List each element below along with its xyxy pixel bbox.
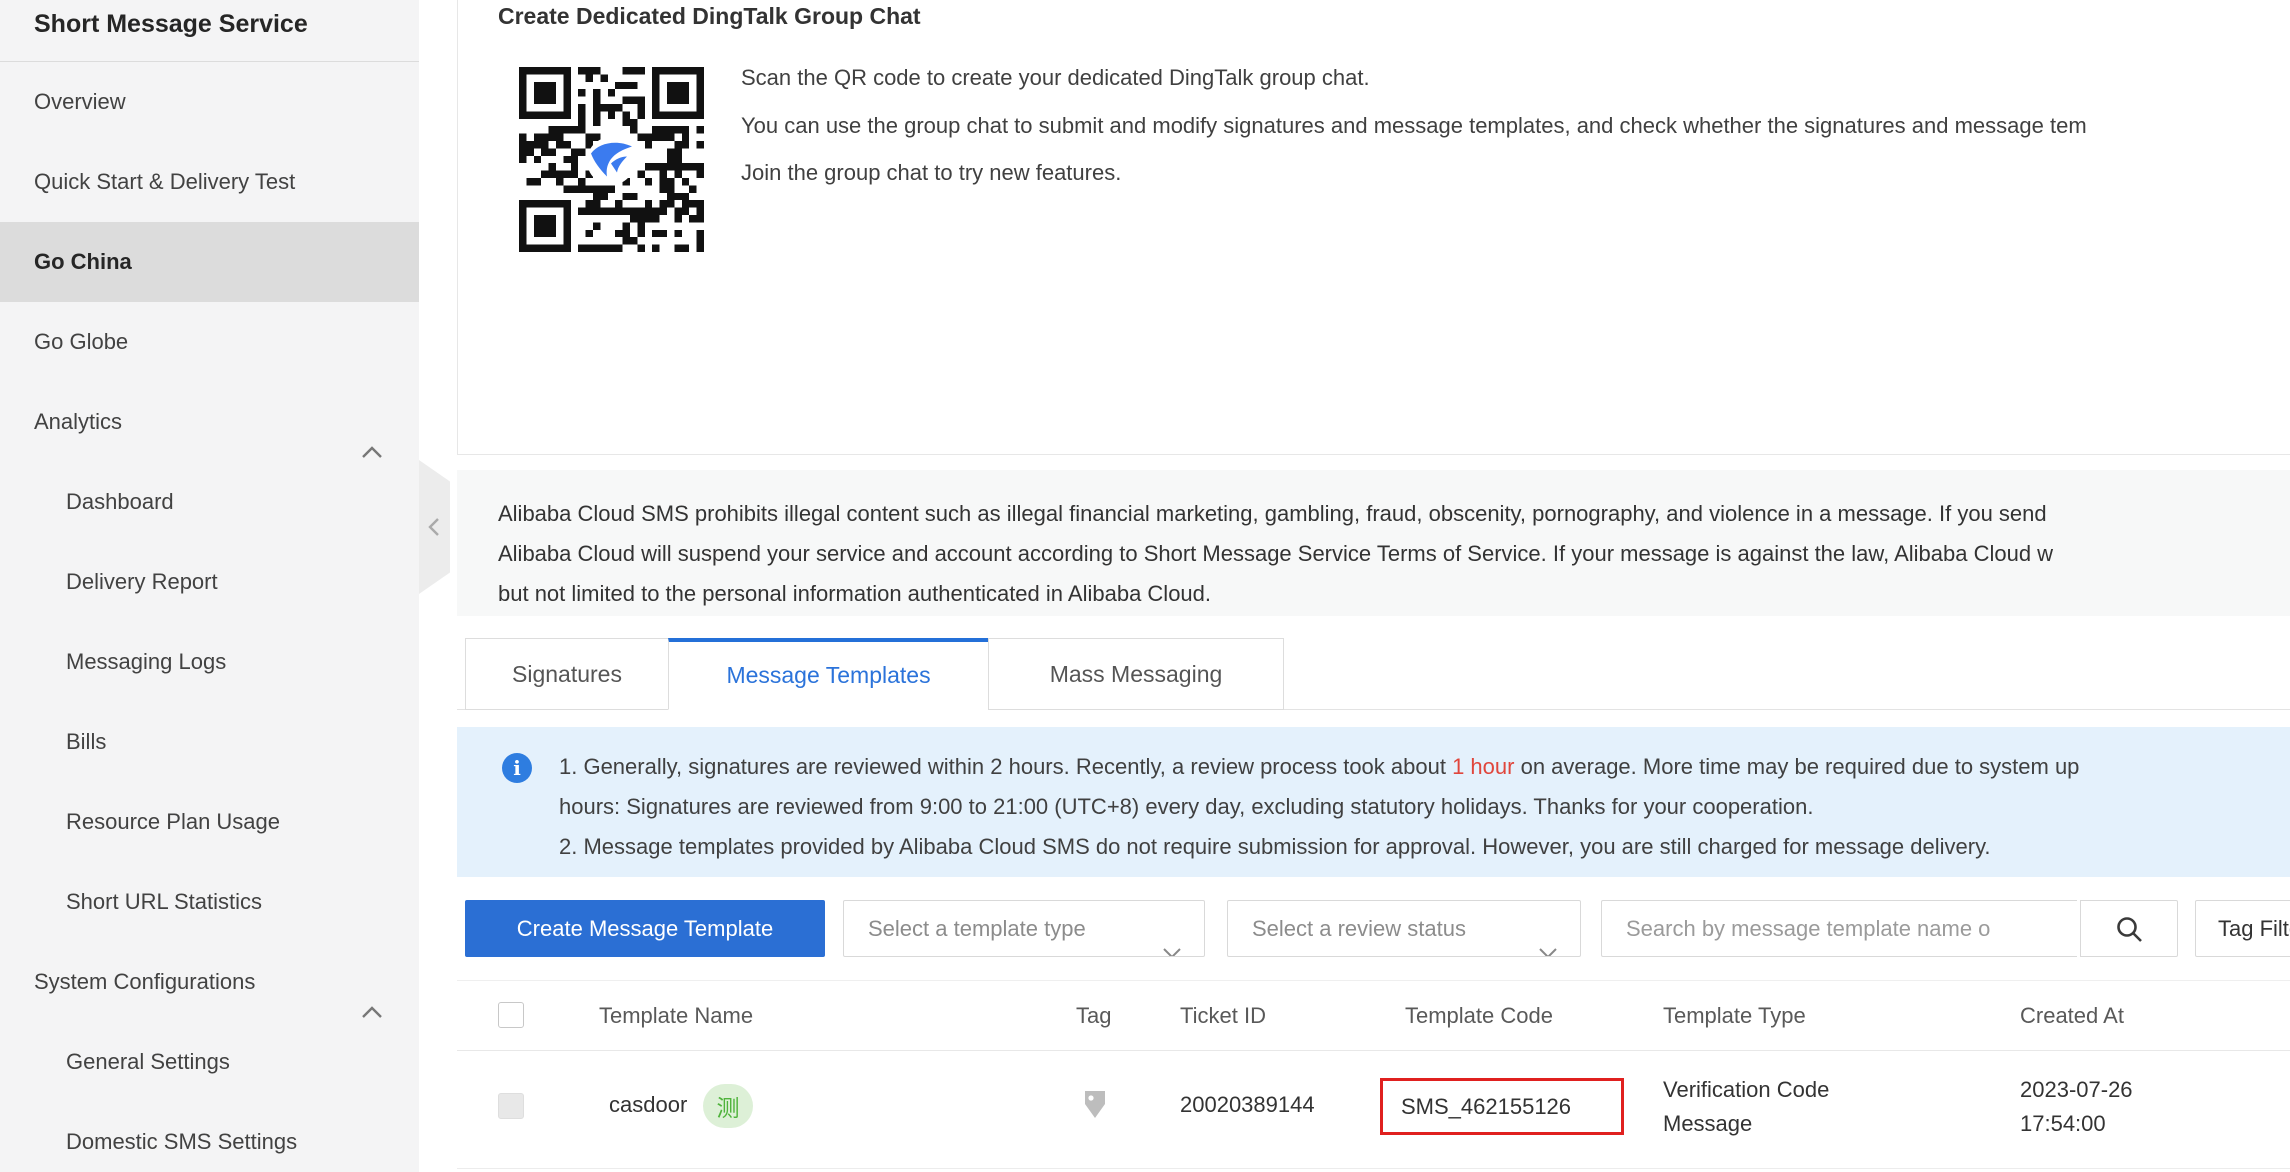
sidebar-item-analytics[interactable]: Analytics <box>0 382 419 462</box>
col-header-ticket-id: Ticket ID <box>1180 1003 1266 1028</box>
tag-icon[interactable] <box>1082 1089 1108 1126</box>
dingtalk-line-2: You can use the group chat to submit and… <box>741 113 2087 138</box>
template-name-value[interactable]: casdoor <box>609 1092 687 1118</box>
banner-line-2: hours: Signatures are reviewed from 9:00… <box>559 794 1814 819</box>
policy-line-3: but not limited to the personal informat… <box>498 581 1212 606</box>
template-code-value[interactable]: SMS_462155126 <box>1401 1094 1571 1120</box>
col-header-tag: Tag <box>1076 1003 1112 1028</box>
sidebar-item-dashboard[interactable]: Dashboard <box>0 462 419 542</box>
tab-mass-messaging[interactable]: Mass Messaging <box>988 638 1284 710</box>
sidebar-item-overview[interactable]: Overview <box>0 62 419 142</box>
sidebar-item-messaging-logs[interactable]: Messaging Logs <box>0 622 419 702</box>
col-header-template-code: Template Code <box>1405 1003 1553 1028</box>
template-type-value: Verification Code Message <box>1663 1077 1830 1136</box>
policy-line-2: Alibaba Cloud will suspend your service … <box>498 541 2054 566</box>
sidebar-item-general-settings[interactable]: General Settings <box>0 1022 419 1102</box>
template-code-annotation-box: SMS_462155126 <box>1380 1078 1624 1135</box>
dingtalk-line-1: Scan the QR code to create your dedicate… <box>741 65 1370 90</box>
sidebar: Short Message Service Overview Quick Sta… <box>0 0 419 1172</box>
chevron-left-icon <box>428 518 439 536</box>
review-status-select[interactable]: Select a review status <box>1227 900 1581 957</box>
chevron-down-icon <box>1538 924 1558 956</box>
sidebar-item-go-globe[interactable]: Go Globe <box>0 302 419 382</box>
dingtalk-logo-icon <box>587 137 635 185</box>
sidebar-title: Short Message Service <box>34 10 308 38</box>
dingtalk-line-3: Join the group chat to try new features. <box>741 160 1122 185</box>
collapse-sidebar-handle[interactable] <box>419 460 450 594</box>
sms-console-page: Short Message Service Overview Quick Sta… <box>0 0 2290 1172</box>
test-badge: 测 <box>703 1084 753 1128</box>
sidebar-item-system-configurations[interactable]: System Configurations <box>0 942 419 1022</box>
info-icon: i <box>502 753 532 783</box>
search-icon <box>2117 916 2142 942</box>
ticket-id-value: 20020389144 <box>1180 1092 1315 1117</box>
tabs: Signatures Message Templates Mass Messag… <box>465 638 1284 710</box>
col-header-template-type: Template Type <box>1663 1003 1806 1028</box>
table-header-divider <box>457 1050 2290 1051</box>
create-message-template-button[interactable]: Create Message Template <box>465 900 825 957</box>
policy-line-1: Alibaba Cloud SMS prohibits illegal cont… <box>498 501 2047 526</box>
table-row-border <box>457 1168 2290 1169</box>
tab-signatures[interactable]: Signatures <box>465 638 669 710</box>
col-header-template-name: Template Name <box>599 1003 754 1028</box>
row-checkbox[interactable] <box>498 1093 524 1119</box>
sidebar-item-go-china[interactable]: Go China <box>0 222 419 302</box>
dingtalk-panel-heading: Create Dedicated DingTalk Group Chat <box>498 3 921 29</box>
sidebar-item-quick-start[interactable]: Quick Start & Delivery Test <box>0 142 419 222</box>
policy-notice: Alibaba Cloud SMS prohibits illegal cont… <box>457 470 2290 616</box>
sidebar-item-domestic-sms-settings[interactable]: Domestic SMS Settings <box>0 1102 419 1172</box>
banner-line-1: 1. Generally, signatures are reviewed wi… <box>559 754 2080 779</box>
created-at-value: 2023-07-26 17:54:00 <box>2020 1077 2133 1136</box>
dingtalk-qr-code <box>519 67 704 252</box>
banner-line-3: 2. Message templates provided by Alibaba… <box>559 834 1991 859</box>
dingtalk-panel: Create Dedicated DingTalk Group Chat Sca… <box>457 0 2290 455</box>
sidebar-item-delivery-report[interactable]: Delivery Report <box>0 542 419 622</box>
banner-highlight: 1 hour <box>1452 754 1515 779</box>
chevron-down-icon <box>1162 924 1182 956</box>
search-button[interactable] <box>2080 900 2178 957</box>
template-type-select[interactable]: Select a template type <box>843 900 1205 957</box>
col-header-created-at: Created At <box>2020 1003 2124 1028</box>
sidebar-item-short-url-statistics[interactable]: Short URL Statistics <box>0 862 419 942</box>
review-info-banner: i 1. Generally, signatures are reviewed … <box>457 727 2290 877</box>
sidebar-item-bills[interactable]: Bills <box>0 702 419 782</box>
select-all-checkbox[interactable] <box>498 1002 524 1028</box>
tag-filter-button[interactable]: Tag Filter <box>2195 900 2290 957</box>
sidebar-item-resource-plan-usage[interactable]: Resource Plan Usage <box>0 782 419 862</box>
tab-message-templates[interactable]: Message Templates <box>668 638 989 710</box>
search-input[interactable] <box>1601 900 2077 957</box>
